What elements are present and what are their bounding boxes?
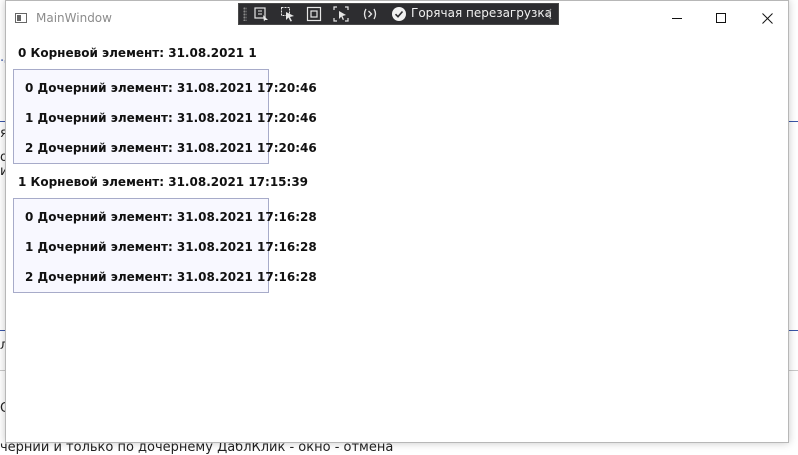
child-item-label[interactable]: 2 Дочерний элемент: 31.08.2021 17:20:46 <box>25 141 317 155</box>
child-item-label[interactable]: 1 Дочерний элемент: 31.08.2021 17:20:46 <box>25 111 317 125</box>
chevron-left-icon <box>546 8 552 20</box>
check-circle-icon <box>392 7 406 21</box>
layout-adorners-icon <box>306 6 322 22</box>
minimize-icon <box>671 18 682 19</box>
hot-reload-status-icon <box>390 6 408 22</box>
app-window-icon <box>15 13 27 23</box>
maximize-button[interactable] <box>698 1 744 36</box>
root-item-label[interactable]: 0 Корневой элемент: 31.08.2021 1 <box>18 46 257 60</box>
select-element-button[interactable] <box>279 6 297 22</box>
close-icon <box>761 13 773 24</box>
main-window: MainWindow 0 Корневой элемент: 31.08.202… <box>5 0 789 443</box>
binding-failures-icon <box>363 8 377 20</box>
maximize-icon <box>715 13 726 23</box>
root-item-label[interactable]: 1 Корневой элемент: 31.08.2021 17:15:39 <box>18 175 308 189</box>
collapse-toolbar-button[interactable] <box>544 6 554 22</box>
live-visual-tree-button[interactable] <box>252 6 270 22</box>
child-item-label[interactable]: 2 Дочерний элемент: 31.08.2021 17:16:28 <box>25 270 317 284</box>
minimize-button[interactable] <box>654 1 700 36</box>
toolbar-grip-handle[interactable] <box>243 7 247 21</box>
hot-reload-label[interactable]: Горячая перезагрузка <box>411 6 552 20</box>
track-focus-button[interactable] <box>332 6 350 22</box>
live-visual-tree-icon <box>254 7 268 22</box>
select-element-icon <box>281 7 294 22</box>
child-item-label[interactable]: 0 Дочерний элемент: 31.08.2021 17:20:46 <box>25 81 317 95</box>
display-layout-adorners-button[interactable] <box>305 6 323 22</box>
track-focus-icon <box>333 6 349 22</box>
child-item-label[interactable]: 1 Дочерний элемент: 31.08.2021 17:16:28 <box>25 240 317 254</box>
children-panel: 0 Дочерний элемент: 31.08.2021 17:16:28 … <box>13 198 317 293</box>
child-item-label[interactable]: 0 Дочерний элемент: 31.08.2021 17:16:28 <box>25 210 317 224</box>
xaml-debug-toolbar: Горячая перезагрузка <box>238 3 559 25</box>
close-button[interactable] <box>744 1 790 36</box>
children-panel: 0 Дочерний элемент: 31.08.2021 17:20:46 … <box>13 69 317 164</box>
window-title: MainWindow <box>36 11 112 25</box>
binding-failures-button[interactable] <box>361 6 379 22</box>
